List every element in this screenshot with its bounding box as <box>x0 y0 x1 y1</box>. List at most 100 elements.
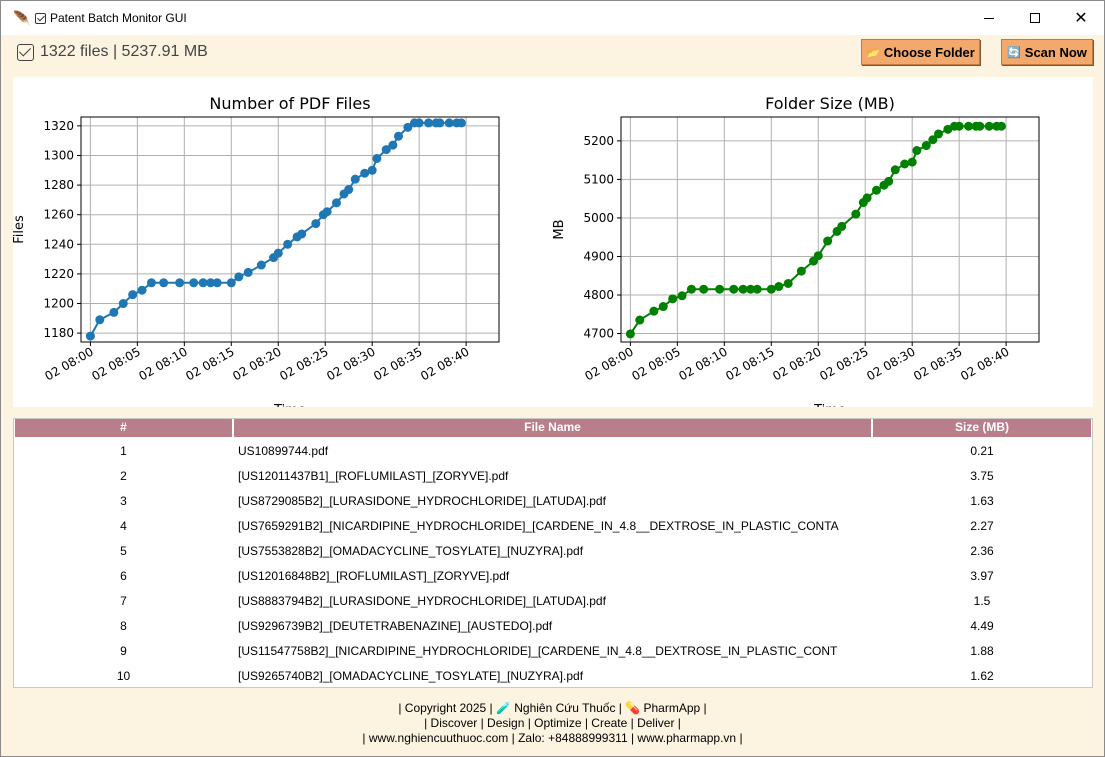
table-body: 1 US10899744.pdf 0.21 2 [US12011437B1]_[ROF… <box>14 438 1092 688</box>
table-row[interactable]: 3 [US8729085B2]_[LURASIDONE_HYDROCHLORIDE… <box>14 488 1092 513</box>
row-number: 2 <box>120 468 127 483</box>
y-tick-label: 5200 <box>583 134 614 148</box>
row-size: 1.5 <box>973 593 991 608</box>
row-number: 1 <box>120 443 127 458</box>
series-line <box>629 125 1002 335</box>
column-header-file-name[interactable]: File Name <box>233 419 872 438</box>
maximize-button[interactable] <box>1012 1 1058 35</box>
x-tick-label: 02 08:20 <box>770 344 823 383</box>
x-axis-label: Time <box>273 403 306 407</box>
minimize-button[interactable] <box>966 1 1012 35</box>
row-file-name: US10899744.pdf <box>238 443 329 458</box>
x-tick-label: 02 08:35 <box>371 344 424 383</box>
table-row[interactable]: 8 [US9296739B2]_[DEUTETRABENAZINE]_[AUSTE… <box>14 613 1092 638</box>
y-tick-label: 4900 <box>583 249 614 263</box>
column-header-size[interactable]: Size (MB) <box>872 419 1092 438</box>
y-tick-label: 1260 <box>43 208 74 222</box>
x-tick-label: 02 08:40 <box>958 344 1011 383</box>
row-file-name: [US11547758B2]_[NICARDIPINE_HYDROCHLORID… <box>238 643 838 658</box>
data-point <box>933 129 943 139</box>
x-tick-label: 02 08:30 <box>324 344 377 383</box>
row-number: 6 <box>120 568 127 583</box>
data-point <box>146 278 156 288</box>
row-file-name: [US9296739B2]_[DEUTETRABENAZINE]_[AUSTED… <box>238 618 553 633</box>
data-point <box>783 278 793 288</box>
footer-copyright: | Copyright 2025 | 🧪 Nghiên Cứu Thuốc | … <box>398 701 707 715</box>
y-axis-label: Files <box>13 215 27 244</box>
series-line <box>89 121 462 337</box>
x-tick-label: 02 08:15 <box>723 344 776 383</box>
data-point <box>109 307 119 317</box>
close-button[interactable]: ✕ <box>1058 1 1104 35</box>
data-point <box>283 239 293 249</box>
x-tick-label: 02 08:05 <box>89 344 142 383</box>
data-point <box>729 284 739 294</box>
y-tick-label: 4700 <box>583 327 614 341</box>
row-size: 3.97 <box>970 568 994 583</box>
y-tick-label: 1320 <box>43 119 74 133</box>
data-point <box>226 278 236 288</box>
data-point <box>311 219 321 229</box>
data-point <box>159 278 169 288</box>
x-tick-label: 02 08:30 <box>864 344 917 383</box>
x-axis-label: Time <box>813 403 846 407</box>
table-row[interactable]: 10 [US9265740B2]_[OMADACYCLINE_TOSYLATE]_… <box>14 663 1092 688</box>
data-point <box>884 176 894 186</box>
x-tick-label: 02 08:00 <box>582 344 635 383</box>
row-size: 1.63 <box>970 493 994 508</box>
data-point <box>649 306 659 316</box>
row-size: 4.49 <box>970 618 994 633</box>
row-number: 7 <box>120 593 127 608</box>
x-tick-label: 02 08:10 <box>136 344 189 383</box>
title-bar[interactable]: 🪶 Patent Batch Monitor GUI ✕ <box>1 1 1104 35</box>
y-tick-label: 4800 <box>583 288 614 302</box>
footer-tagline: | Discover | Design | Optimize | Create … <box>424 716 681 730</box>
data-point <box>871 185 881 195</box>
table-row[interactable]: 2 [US12011437B1]_[ROFLUMILAST]_[ZORYVE].p… <box>14 463 1092 488</box>
data-point <box>85 331 95 341</box>
scan-now-label: Scan Now <box>1024 44 1087 60</box>
x-tick-label: 02 08:00 <box>42 344 95 383</box>
y-tick-label: 1220 <box>43 267 74 281</box>
data-point <box>118 299 128 309</box>
x-tick-label: 02 08:15 <box>183 344 236 383</box>
window-title-text: Patent Batch Monitor GUI <box>50 11 187 25</box>
data-point <box>456 118 466 128</box>
data-point <box>625 329 635 339</box>
data-point <box>699 284 709 294</box>
choose-folder-label: Choose Folder <box>883 44 975 60</box>
data-point <box>813 251 823 261</box>
column-header-number[interactable]: # <box>14 419 233 438</box>
maximize-icon <box>1030 13 1040 23</box>
x-tick-label: 02 08:25 <box>817 344 870 383</box>
table-row[interactable]: 1 US10899744.pdf 0.21 <box>14 438 1092 463</box>
y-tick-label: 5000 <box>583 211 614 225</box>
app-window: 🪶 Patent Batch Monitor GUI ✕ 1322 files … <box>0 0 1105 757</box>
data-point <box>350 174 360 184</box>
close-icon: ✕ <box>1074 10 1088 27</box>
table-row[interactable]: 5 [US7553828B2]_[OMADACYCLINE_TOSYLATE]_[… <box>14 538 1092 563</box>
data-point <box>912 146 922 156</box>
x-tick-label: 02 08:25 <box>277 344 330 383</box>
data-point <box>189 278 199 288</box>
folder-icon: 📂 <box>866 46 880 59</box>
row-number: 3 <box>120 493 127 508</box>
table-row[interactable]: 6 [US12016848B2]_[ROFLUMILAST]_[ZORYVE].p… <box>14 563 1092 588</box>
table-row[interactable]: 4 [US7659291B2]_[NICARDIPINE_HYDROCHLORID… <box>14 513 1092 538</box>
data-point <box>907 157 917 167</box>
data-point <box>367 165 377 175</box>
scan-now-button[interactable]: 🔄 Scan Now <box>1001 39 1093 65</box>
data-point <box>331 198 341 208</box>
y-tick-label: 1180 <box>43 326 74 340</box>
table-row[interactable]: 9 [US11547758B2]_[NICARDIPINE_HYDROCHLORI… <box>14 638 1092 663</box>
file-table[interactable]: # File Name Size (MB) 1 US10899744.pdf 0.2… <box>13 418 1093 688</box>
data-point <box>635 315 645 325</box>
data-point <box>677 291 687 301</box>
toolbar: 1322 files | 5237.91 MB 📂 Choose Folder … <box>1 35 1104 71</box>
x-tick-label: 02 08:10 <box>676 344 729 383</box>
data-point <box>686 284 696 294</box>
choose-folder-button[interactable]: 📂 Choose Folder <box>861 39 980 65</box>
row-file-name: [US12011437B1]_[ROFLUMILAST]_[ZORYVE].pd… <box>238 468 509 483</box>
y-tick-label: 1200 <box>43 297 74 311</box>
table-row[interactable]: 7 [US8883794B2]_[LURASIDONE_HYDROCHLORIDE… <box>14 588 1092 613</box>
